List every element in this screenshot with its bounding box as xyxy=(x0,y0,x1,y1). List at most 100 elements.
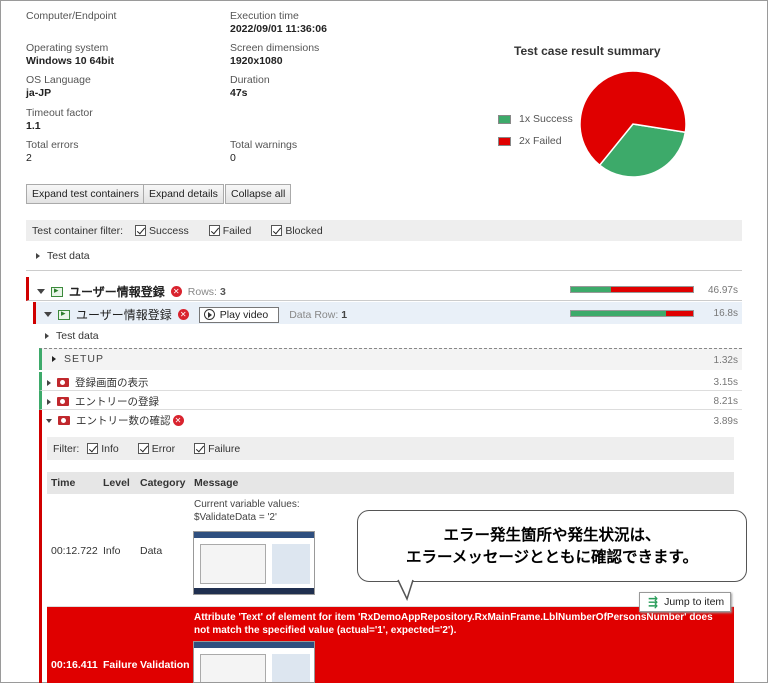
filter-success-label: Success xyxy=(149,224,189,237)
bar-failed-segment xyxy=(611,287,693,292)
log-table-header: Time Level Category Message xyxy=(47,472,734,494)
screenshot-thumbnail[interactable] xyxy=(193,641,315,683)
module-1-duration: 3.15s xyxy=(713,377,738,388)
check-icon xyxy=(135,225,147,236)
computer-label: Computer/Endpoint xyxy=(26,10,117,22)
legend-success: 1x Success xyxy=(498,113,573,125)
jump-label: Jump to item xyxy=(664,596,725,608)
log-row-2-category: Validation xyxy=(140,659,190,671)
test-case-folder-icon xyxy=(58,308,70,320)
collapse-arrow-icon[interactable] xyxy=(44,312,52,317)
data-row-label: Data Row: xyxy=(289,308,339,321)
test-suite-folder-icon xyxy=(51,285,63,297)
screen-value: 1920x1080 xyxy=(230,55,283,67)
check-icon xyxy=(208,225,220,236)
filter-success-checkbox[interactable]: Success xyxy=(135,225,189,237)
rows-label: Rows: xyxy=(187,285,217,298)
setup-duration: 1.32s xyxy=(713,355,738,366)
check-icon xyxy=(271,225,283,236)
callout-balloon: エラー発生箇所や発生状況は、 エラーメッセージとともに確認できます。 xyxy=(357,510,747,582)
log-row-2-time: 00:16.411 xyxy=(51,659,98,671)
expand-arrow-icon xyxy=(45,333,49,339)
os-label: Operating system xyxy=(26,42,109,54)
filter-blocked-checkbox[interactable]: Blocked xyxy=(271,224,323,237)
test-case-name: ユーザー情報登録 xyxy=(76,308,172,322)
exec-time-label: Execution time xyxy=(230,10,299,22)
test-container-header: ユーザー情報登録 ✕ Rows: 3 xyxy=(37,283,226,300)
container-filter-label: Test container filter: xyxy=(32,224,124,237)
timeout-value: 1.1 xyxy=(26,120,41,132)
recording-module-icon xyxy=(57,378,69,387)
legend-label-failed: 2x Failed xyxy=(519,135,562,147)
screenshot-thumbnail[interactable] xyxy=(193,531,315,595)
recording-module-icon xyxy=(57,397,69,406)
play-icon xyxy=(203,309,215,320)
duration-value: 47s xyxy=(230,87,248,99)
module-1-name: 登録画面の表示 xyxy=(75,377,149,389)
expand-details-button[interactable]: Expand details xyxy=(143,184,224,204)
setup-label: SETUP xyxy=(64,353,105,365)
check-icon xyxy=(194,443,206,454)
module-3-name: エントリー数の確認 xyxy=(76,415,171,427)
timeout-label: Timeout factor xyxy=(26,107,93,119)
col-message: Message xyxy=(194,477,239,489)
filter-blocked-label: Blocked xyxy=(285,224,323,237)
callout-tail xyxy=(397,579,414,601)
test-container-name: ユーザー情報登録 xyxy=(69,285,165,299)
expand-arrow-icon xyxy=(52,356,56,362)
jump-icon: ⇶ xyxy=(648,595,659,609)
jump-to-item-button[interactable]: ⇶ Jump to item xyxy=(639,592,731,612)
module-2-name: エントリーの登録 xyxy=(75,396,159,408)
log-filter-error-checkbox[interactable]: Error xyxy=(137,442,176,455)
error-icon: ✕ xyxy=(172,415,184,426)
expand-arrow-icon xyxy=(47,379,51,386)
log-filter-info-label: Info xyxy=(101,442,119,455)
setup-row[interactable] xyxy=(39,348,742,370)
pie-chart xyxy=(579,70,687,178)
module-3: エントリー数の確認 ✕ xyxy=(46,413,184,428)
module-2-duration: 8.21s xyxy=(713,396,738,407)
expand-arrow-icon xyxy=(36,253,40,259)
container-filter-bar: Test container filter: Success Failed Bl… xyxy=(26,220,742,241)
log-filter-failure-label: Failure xyxy=(208,442,241,455)
module-2: エントリーの登録 xyxy=(47,394,159,409)
legend-failed: 2x Failed xyxy=(498,135,562,147)
legend-swatch-failed xyxy=(498,136,511,146)
collapse-arrow-icon[interactable] xyxy=(37,289,45,294)
play-video-button[interactable]: Play video xyxy=(198,306,280,323)
log-filter-info-checkbox[interactable]: Info xyxy=(87,443,119,455)
log-filter-error-label: Error xyxy=(151,442,176,455)
os-value: Windows 10 64bit xyxy=(26,55,115,67)
bar-success-segment xyxy=(571,311,667,316)
filter-failed-checkbox[interactable]: Failed xyxy=(208,225,251,237)
test-data-toggle-2[interactable]: Test data xyxy=(45,330,99,342)
log-row-1-time: 00:12.722 xyxy=(51,545,98,557)
warnings-label: Total warnings xyxy=(230,139,298,151)
log-row-2-message: Attribute 'Text' of element for item 'Rx… xyxy=(194,612,713,636)
check-icon xyxy=(137,443,149,454)
test-case-header: ユーザー情報登録 ✕ Play video Data Row: 1 xyxy=(44,306,347,323)
errors-value: 2 xyxy=(26,152,32,164)
error-icon: ✕ xyxy=(177,309,189,320)
log-row-2-failure[interactable]: 00:16.411 Failure Validation Attribute '… xyxy=(47,607,734,683)
recording-module-icon xyxy=(58,416,70,425)
rows-value: 3 xyxy=(219,285,226,298)
log-filter-failure-checkbox[interactable]: Failure xyxy=(194,443,240,455)
test-data-toggle[interactable]: Test data xyxy=(36,250,90,262)
module-1: 登録画面の表示 xyxy=(47,375,149,390)
errors-label: Total errors xyxy=(26,139,79,151)
data-row-value: 1 xyxy=(341,308,348,321)
test-case-result-bar xyxy=(570,310,694,317)
callout-line-1: エラー発生箇所や発生状況は、 xyxy=(443,526,661,544)
legend-label-success: 1x Success xyxy=(519,113,573,125)
collapse-all-button[interactable]: Collapse all xyxy=(225,184,292,204)
log-row-1-message: Current variable values: $ValidateData =… xyxy=(194,499,300,523)
module-3-duration: 3.89s xyxy=(713,416,738,427)
setup-header: SETUP xyxy=(52,353,104,365)
col-level: Level xyxy=(103,477,130,489)
test-data-label: Test data xyxy=(47,250,90,262)
expand-containers-button[interactable]: Expand test containers xyxy=(26,184,145,204)
lang-value: ja-JP xyxy=(26,87,52,99)
col-time: Time xyxy=(51,477,76,489)
container-result-bar xyxy=(570,286,694,293)
